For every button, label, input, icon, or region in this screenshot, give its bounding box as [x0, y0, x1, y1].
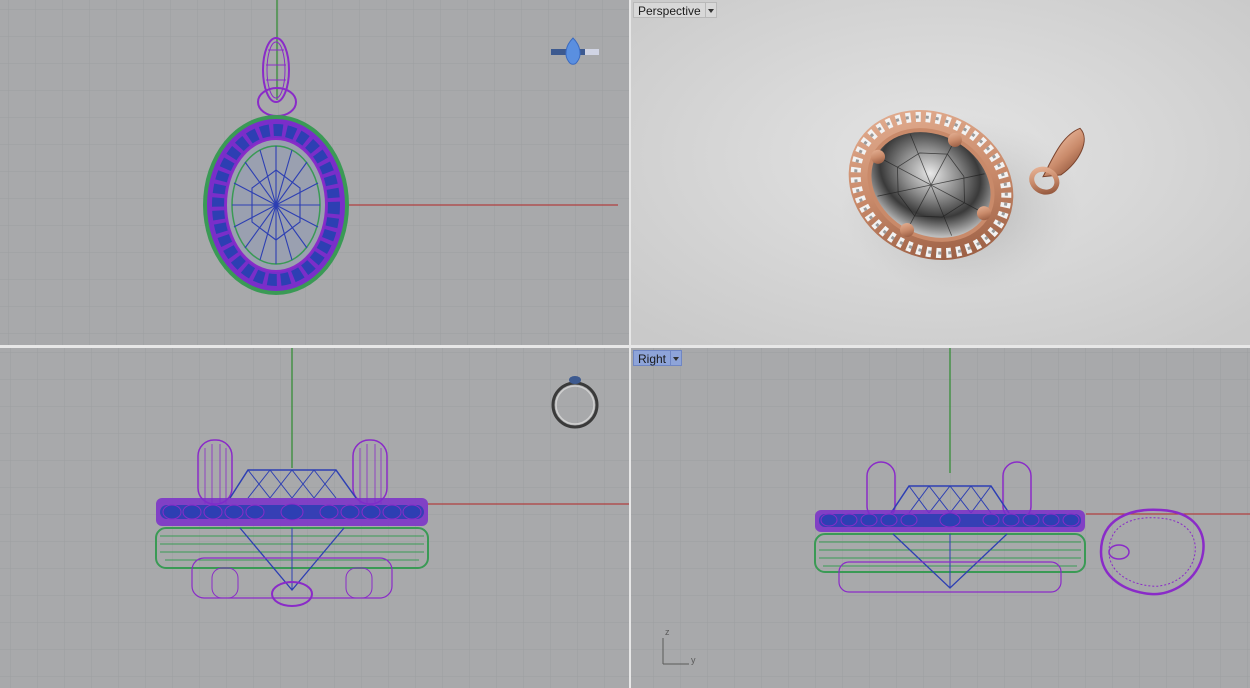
viewport-perspective[interactable]: Perspective [631, 0, 1250, 345]
viewport-title[interactable]: Perspective [633, 2, 705, 18]
chevron-down-icon[interactable] [670, 350, 683, 366]
chevron-down-icon[interactable] [704, 2, 717, 18]
viewport-right[interactable]: z y Right [631, 348, 1250, 688]
viewport-title[interactable]: Right [633, 350, 671, 366]
viewport-label-right[interactable]: Right [633, 350, 683, 366]
axis-widget-y-label: y [691, 655, 696, 665]
viewport-front[interactable] [0, 348, 629, 688]
axis-widget-z-label: z [665, 627, 670, 637]
viewport-top[interactable] [0, 0, 629, 345]
viewport-splitter-vertical[interactable] [629, 0, 631, 688]
viewport-label-perspective[interactable]: Perspective [633, 2, 717, 18]
viewport-splitter-horizontal[interactable] [0, 345, 1250, 348]
